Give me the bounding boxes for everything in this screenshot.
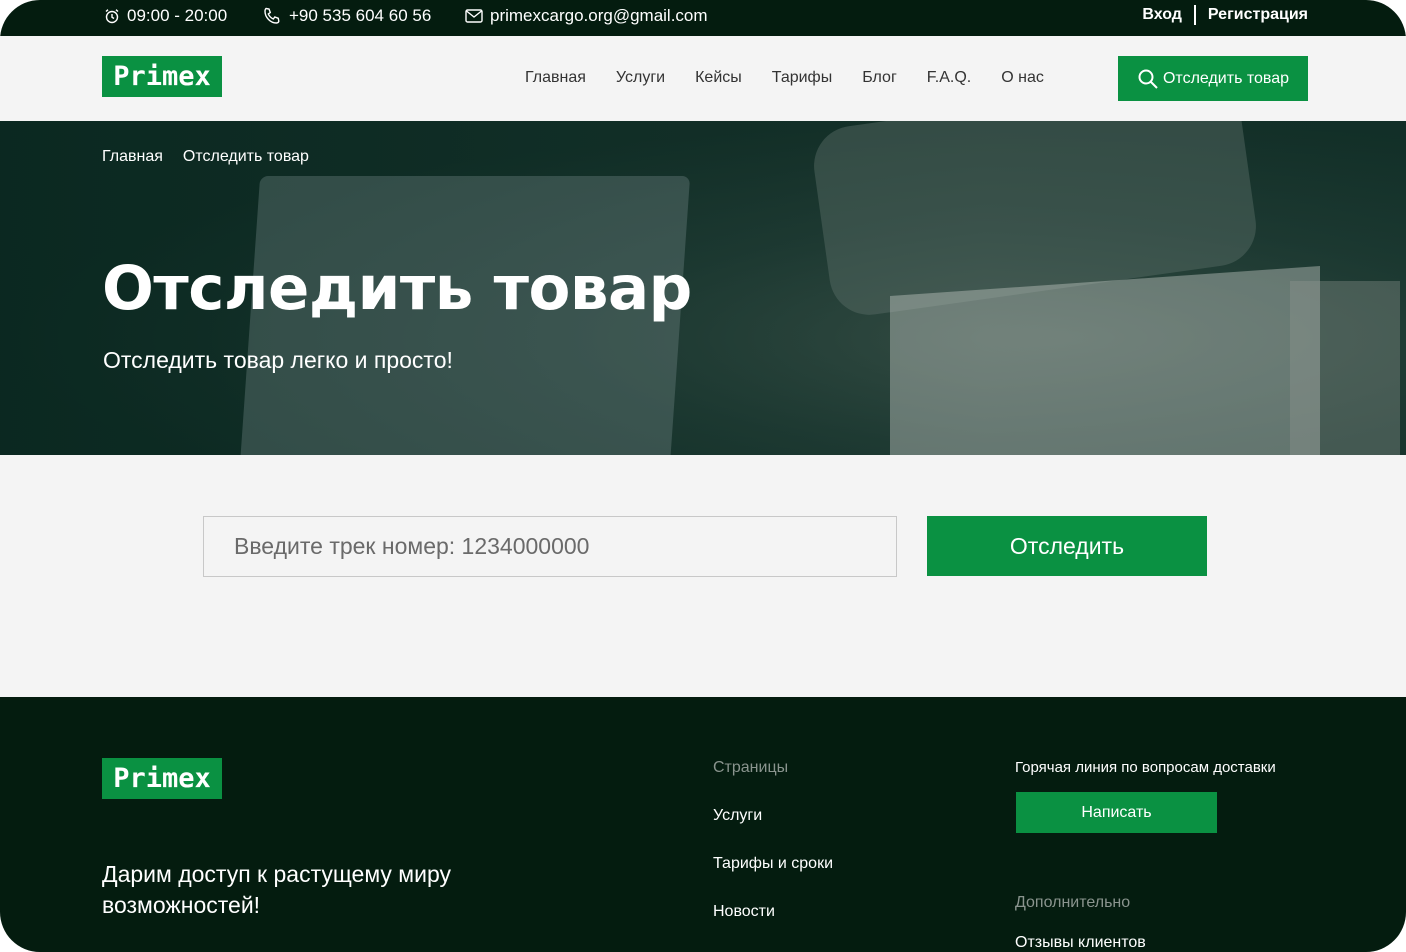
footer-tagline: Дарим доступ к растущему миру возможност… <box>102 861 451 918</box>
auth-links: Вход Регистрация <box>1142 5 1308 25</box>
extra-column-title: Дополнительно <box>1015 894 1131 911</box>
nav-item-cases[interactable]: Кейсы <box>695 69 742 87</box>
hours-text: 09:00 - 20:00 <box>127 6 228 25</box>
footer-link-tariffs[interactable]: Тарифы и сроки <box>713 855 833 873</box>
page: 09:00 - 20:00 +90 535 604 60 56 primexca… <box>0 0 1406 952</box>
page-title: Отследить товар <box>102 253 692 324</box>
nav-item-tariffs[interactable]: Тарифы <box>772 69 832 87</box>
phone[interactable]: +90 535 604 60 56 <box>262 6 431 26</box>
tracking-number-input[interactable] <box>203 516 897 577</box>
hero-background-box <box>890 265 1320 455</box>
nav-item-faq[interactable]: F.A.Q. <box>927 69 971 87</box>
hotline-label: Горячая линия по вопросам доставки <box>1015 759 1276 776</box>
login-link[interactable]: Вход <box>1142 6 1182 24</box>
email-text: primexcargo.org@gmail.com <box>490 6 708 25</box>
write-button[interactable]: Написать <box>1016 792 1217 833</box>
phone-text: +90 535 604 60 56 <box>289 6 432 25</box>
site-footer: Primex Дарим доступ к растущему миру воз… <box>0 697 1406 952</box>
footer-link-news[interactable]: Новости <box>713 903 775 921</box>
mail-icon <box>465 9 483 23</box>
track-parcel-button[interactable]: Отследить товар <box>1118 56 1308 101</box>
nav-item-home[interactable]: Главная <box>525 69 586 87</box>
email[interactable]: primexcargo.org@gmail.com <box>465 6 708 26</box>
main-nav: Главная Услуги Кейсы Тарифы Блог F.A.Q. … <box>525 69 1074 87</box>
footer-link-services[interactable]: Услуги <box>713 807 762 825</box>
track-submit-button[interactable]: Отследить <box>927 516 1207 576</box>
phone-icon <box>264 7 280 24</box>
nav-item-services[interactable]: Услуги <box>616 69 665 87</box>
auth-divider <box>1193 5 1196 25</box>
hero-background-box-side <box>1290 281 1400 455</box>
alarm-clock-icon <box>105 9 119 24</box>
hero-banner: Главная Отследить товар Отследить товар … <box>0 121 1406 455</box>
site-header: Primex Главная Услуги Кейсы Тарифы Блог … <box>0 36 1406 121</box>
breadcrumb: Главная Отследить товар <box>102 148 309 166</box>
footer-logo[interactable]: Primex <box>102 758 222 799</box>
search-icon <box>1138 69 1158 89</box>
footer-link-reviews[interactable]: Отзывы клиентов <box>1015 934 1146 952</box>
top-bar: 09:00 - 20:00 +90 535 604 60 56 primexca… <box>0 0 1406 36</box>
register-link[interactable]: Регистрация <box>1208 6 1308 24</box>
breadcrumb-current: Отследить товар <box>182 148 309 165</box>
nav-item-blog[interactable]: Блог <box>862 69 897 87</box>
working-hours: 09:00 - 20:00 <box>104 6 227 26</box>
breadcrumb-home[interactable]: Главная <box>102 148 163 166</box>
pages-column-title: Страницы <box>713 759 789 776</box>
logo[interactable]: Primex <box>102 56 222 97</box>
track-parcel-label: Отследить товар <box>1162 69 1290 87</box>
page-subtitle: Отследить товар легко и просто! <box>103 347 453 373</box>
nav-item-about[interactable]: О нас <box>1001 69 1044 87</box>
